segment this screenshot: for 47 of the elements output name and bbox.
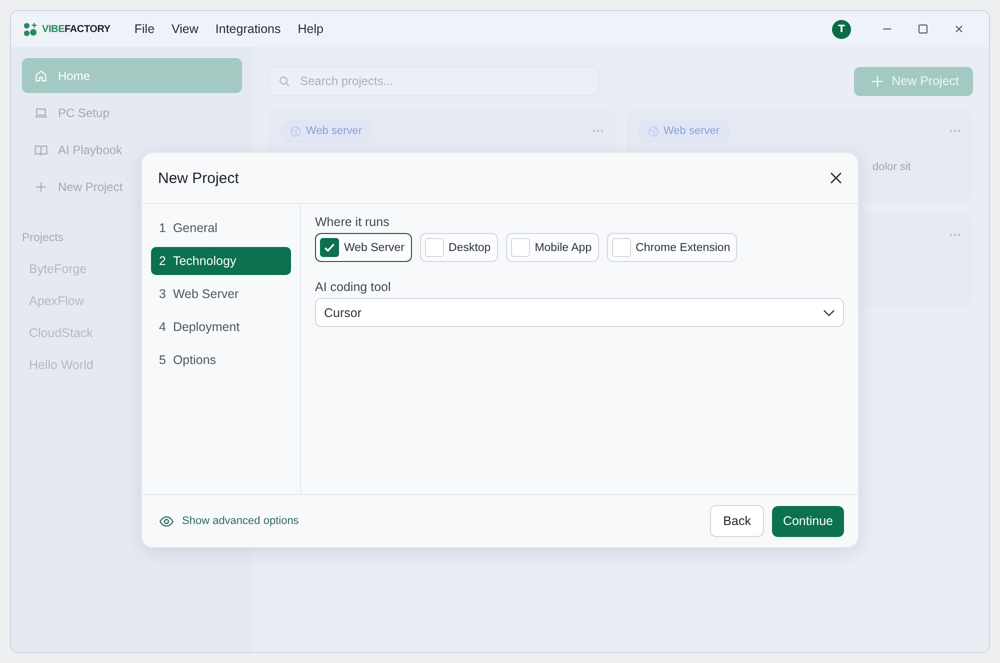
close-icon (954, 24, 964, 34)
more-icon[interactable] (949, 233, 961, 237)
globe-icon (290, 126, 301, 136)
platform-option[interactable]: Mobile App (506, 233, 599, 262)
step-item[interactable]: 1 General (151, 214, 291, 242)
platform-option[interactable]: Chrome Extension (606, 233, 738, 262)
chevron-down-icon (823, 308, 835, 316)
tag: Web server (280, 119, 372, 143)
logo-icon (23, 22, 38, 36)
platform-option[interactable]: Web Server (315, 233, 412, 262)
user-avatar[interactable]: T (832, 20, 851, 38)
menu-item[interactable]: Integrations (215, 22, 281, 36)
field-label: Where it runs (315, 215, 390, 229)
step-item[interactable]: 5 Options (151, 346, 291, 374)
advanced-options-link[interactable]: Show advanced options (159, 515, 299, 527)
card-description: dolor sit (872, 161, 911, 173)
step-item[interactable]: 3 Web Server (151, 280, 291, 308)
field-label: AI coding tool (315, 280, 392, 294)
check-icon (323, 241, 336, 254)
continue-button[interactable]: Continue (772, 506, 844, 536)
menu-item[interactable]: File (134, 22, 155, 36)
checkbox[interactable] (320, 238, 339, 257)
globe-icon (648, 126, 658, 136)
section-title: Projects (22, 232, 65, 244)
platform-option[interactable]: Desktop (420, 233, 498, 262)
more-icon[interactable] (949, 129, 961, 133)
search-icon (279, 76, 290, 87)
plus-icon (34, 180, 48, 194)
plus-icon (872, 76, 883, 86)
close-button[interactable] (830, 172, 842, 184)
dialog-title: New Project (158, 170, 239, 186)
app-logo-text: VIBEFACTORY (42, 24, 110, 34)
more-icon[interactable] (592, 129, 604, 133)
laptop-icon (34, 106, 48, 120)
search-field[interactable]: Search projects... (268, 66, 599, 96)
maximize-icon (918, 24, 928, 34)
step-item[interactable]: 2 Technology (151, 247, 291, 275)
menu-item[interactable]: Help (298, 22, 324, 36)
eye-icon (159, 516, 174, 526)
home-icon (34, 68, 48, 82)
step-item[interactable]: 4 Deployment (151, 313, 291, 341)
tag: Web server (638, 119, 730, 143)
close-icon (830, 172, 842, 184)
tool-select[interactable]: Cursor (315, 298, 844, 327)
back-button[interactable]: Back (710, 505, 764, 537)
book-icon (34, 142, 48, 156)
menu-item[interactable]: View (172, 22, 198, 36)
